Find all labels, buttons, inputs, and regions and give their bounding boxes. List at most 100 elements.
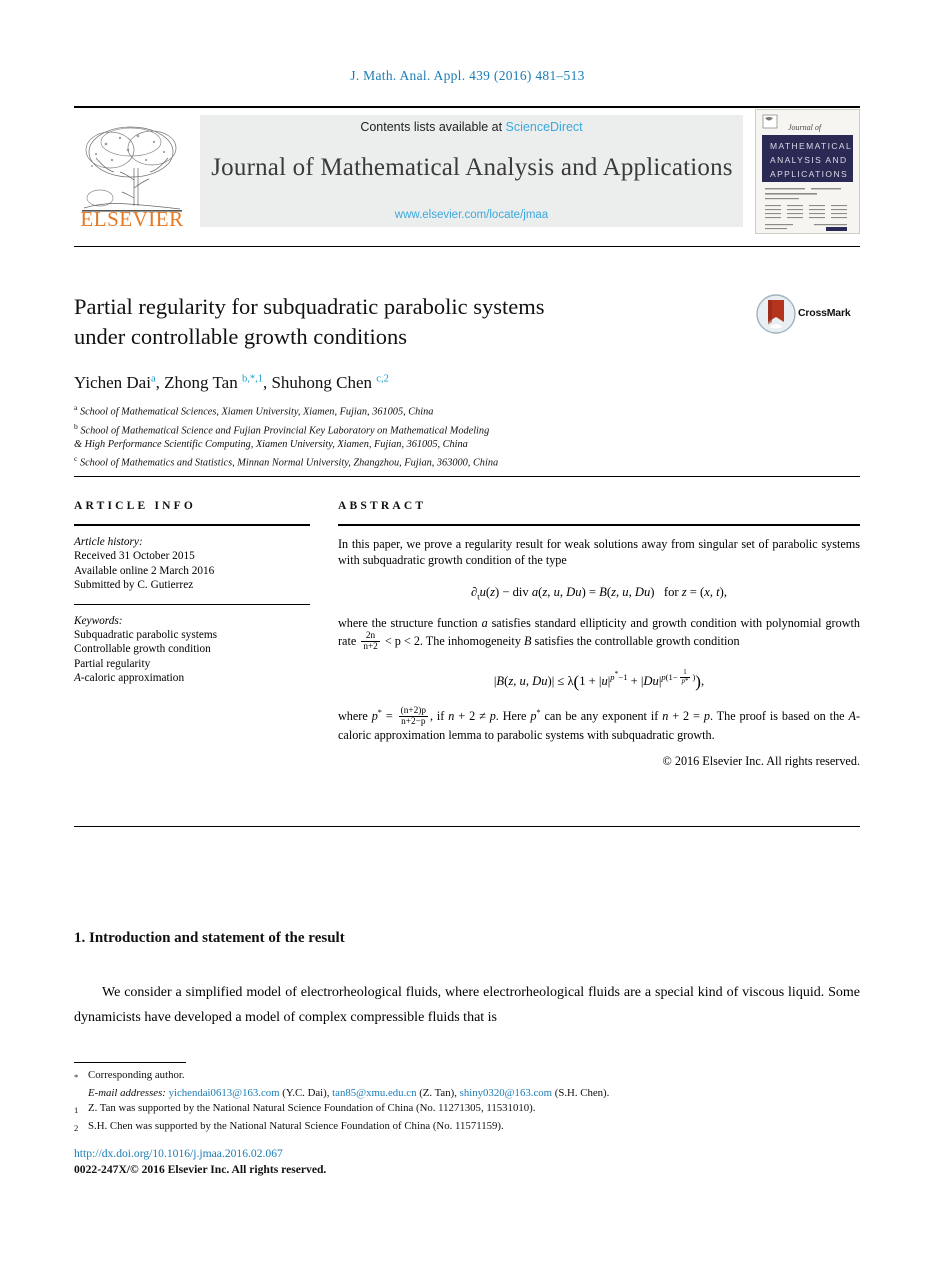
footnote-item: 1 Z. Tan was supported by the National Na… xyxy=(74,1101,860,1119)
keyword-item: A-caloric approximation xyxy=(74,672,185,685)
affiliation-text: School of Mathematical Sciences, Xiamen … xyxy=(79,406,434,418)
affiliation-text: & High Performance Scientific Computing,… xyxy=(74,439,468,451)
svg-text:ANALYSIS AND: ANALYSIS AND xyxy=(770,155,848,165)
footnote-text: Z. Tan was supported by the National Nat… xyxy=(88,1102,536,1115)
affiliation-list: a School of Mathematical Sciences, Xiame… xyxy=(74,401,860,471)
svg-text:Journal of: Journal of xyxy=(788,123,823,132)
contents-prefix: Contents lists available at xyxy=(360,120,506,134)
journal-homepage-link[interactable]: www.elsevier.com/locate/jmaa xyxy=(200,209,743,221)
affiliation-item: b School of Mathematical Science and Fuj… xyxy=(74,420,860,439)
author-3-name: Shuhong Chen xyxy=(271,373,373,392)
footnote-rule xyxy=(74,1062,186,1063)
email-addresses-label: E-mail addresses: xyxy=(88,1086,166,1099)
footnote-mark: 1 xyxy=(74,1105,79,1116)
email-owner-3: (S.H. Chen) xyxy=(554,1086,607,1099)
journal-title: Journal of Mathematical Analysis and App… xyxy=(211,154,733,181)
abs3-fraction: (n+2)p n+2−p xyxy=(398,706,428,727)
page-title: Partial regularity for subquadratic para… xyxy=(74,292,694,352)
abs3-frac-num: (n+2)p xyxy=(400,706,426,717)
author-1-marks[interactable]: a xyxy=(151,373,156,384)
author-1-name: Yichen Dai xyxy=(74,373,151,392)
keyword-item: Subquadratic parabolic systems xyxy=(74,629,218,642)
history-item: Available online 2 March 2016 xyxy=(74,564,215,577)
contents-available-line: Contents lists available at ScienceDirec… xyxy=(200,120,743,134)
abs2-frac-num: 2n xyxy=(365,631,376,642)
article-info-rule xyxy=(74,524,310,526)
title-line-1: Partial regularity for subquadratic para… xyxy=(74,294,545,319)
affiliation-text: School of Mathematics and Statistics, Mi… xyxy=(79,457,499,469)
abs2-seg-a: where the structure function xyxy=(338,615,482,630)
history-item: Submitted by C. Gutierrez xyxy=(74,579,194,592)
affiliation-item: & High Performance Scientific Computing,… xyxy=(74,438,860,452)
affiliation-mark: c xyxy=(74,454,78,464)
affiliation-item: c School of Mathematics and Statistics, … xyxy=(74,452,860,471)
author-2-name: Zhong Tan xyxy=(164,373,238,392)
abstract-paragraph-1: In this paper, we prove a regularity res… xyxy=(338,537,860,568)
body-paragraph-1: We consider a simplified model of electr… xyxy=(74,985,860,1025)
footnote-mark: * xyxy=(74,1072,79,1082)
doi-link[interactable]: http://dx.doi.org/10.1016/j.jmaa.2016.02… xyxy=(74,1146,326,1162)
elsevier-wordmark: ELSEVIER xyxy=(80,207,184,231)
article-history-label: Article history: xyxy=(74,536,143,548)
author-list: Yichen Daia, Zhong Tan b,*,1, Shuhong Ch… xyxy=(74,373,389,392)
keywords-block: Keywords: Subquadratic parabolic systems… xyxy=(74,614,310,686)
crossmark-badge[interactable]: CrossMark xyxy=(756,294,856,336)
footnote-text: Corresponding author. xyxy=(88,1069,185,1081)
email-link-1[interactable]: yichendai0613@163.com xyxy=(169,1087,280,1099)
author-3-marks[interactable]: c,2 xyxy=(376,373,389,384)
issn-copyright-line: 0022-247X/© 2016 Elsevier Inc. All right… xyxy=(74,1162,327,1176)
paper-page: J. Math. Anal. Appl. 439 (2016) 481–513 xyxy=(0,0,935,1266)
footnote-corresponding: * Corresponding author. xyxy=(74,1068,860,1086)
abs3-cal-a: A xyxy=(848,709,856,724)
affiliation-text: School of Mathematical Science and Fujia… xyxy=(80,425,490,437)
abs3-frac-den: n+2−p xyxy=(398,716,428,727)
crossmark-label: CrossMark xyxy=(798,307,851,319)
footnote-mark-spacer xyxy=(74,1086,88,1088)
keywords-label: Keywords: xyxy=(74,614,123,627)
footer-block: http://dx.doi.org/10.1016/j.jmaa.2016.02… xyxy=(74,1146,326,1177)
crossmark-icon xyxy=(756,294,796,334)
article-info-separator xyxy=(74,603,310,605)
footnote-text: S.H. Chen was supported by the National … xyxy=(88,1119,504,1132)
affiliation-item: a School of Mathematical Sciences, Xiame… xyxy=(74,401,860,420)
running-head: J. Math. Anal. Appl. 439 (2016) 481–513 xyxy=(350,68,585,83)
abstract-copyright: © 2016 Elsevier Inc. All rights reserved… xyxy=(662,753,860,768)
email-owner-1: (Y.C. Dai) xyxy=(282,1086,327,1099)
abstract-equation-2: |B(z, u, Du)| ≤ λ(1 + |u|p*−1 + |Du|p(1−… xyxy=(493,669,705,692)
abstract-rule xyxy=(338,524,860,526)
footnote-list: * Corresponding author. E-mail addresses:… xyxy=(74,1068,860,1136)
abs2-seg-d: satisfies the controllable growth condit… xyxy=(531,634,740,649)
abstract-paragraph-2: where the structure function a satisfies… xyxy=(338,615,860,652)
abstract-equation-1: ∂tu(z) − div a(z, u, Du) = B(z, u, Du) f… xyxy=(471,585,727,602)
footnote-mark: 2 xyxy=(74,1122,79,1133)
journal-cover-thumbnail[interactable]: Journal of MATHEMATICAL ANALYSIS AND APP… xyxy=(755,109,860,234)
affiliation-mark: b xyxy=(74,421,78,431)
title-line-2: under controllable growth conditions xyxy=(74,324,408,349)
keyword-item: Controllable growth condition xyxy=(74,643,211,656)
svg-text:APPLICATIONS: APPLICATIONS xyxy=(770,169,848,179)
elsevier-logo: ELSEVIER xyxy=(76,120,188,232)
footnote-item: 2 S.H. Chen was supported by the National… xyxy=(74,1119,860,1137)
rule-below-masthead xyxy=(74,246,860,247)
abstract-paragraph-3: where p* = (n+2)p n+2−p, if n + 2 ≠ p. He… xyxy=(338,706,860,743)
author-2-marks[interactable]: b,*,1 xyxy=(242,373,263,384)
history-item: Received 31 October 2015 xyxy=(74,550,195,563)
abs2-seg-c: < p < 2. The inhomogeneity xyxy=(381,634,524,649)
article-info-heading: ARTICLE INFO xyxy=(74,500,197,512)
email-link-3[interactable]: shiny0320@163.com xyxy=(460,1087,552,1099)
journal-masthead: ELSEVIER Contents lists available at Sci… xyxy=(74,106,860,234)
article-info-column: ARTICLE INFO Article history: Received 3… xyxy=(74,500,310,686)
keyword-item: Partial regularity xyxy=(74,657,151,670)
email-link-2[interactable]: tan85@xmu.edu.cn xyxy=(332,1087,416,1099)
article-history-block: Article history: Received 31 October 201… xyxy=(74,535,310,593)
journal-cover-image: Journal of MATHEMATICAL ANALYSIS AND APP… xyxy=(756,110,859,233)
email-owner-2: (Z. Tan) xyxy=(419,1086,455,1099)
abs2-frac-den: n+2 xyxy=(361,641,380,653)
abstract-column: ABSTRACT In this paper, we prove a regul… xyxy=(338,500,860,769)
footnote-emails: E-mail addresses: yichendai0613@163.com … xyxy=(74,1086,860,1102)
section-heading-introduction: 1. Introduction and statement of the res… xyxy=(74,930,345,946)
affiliation-mark: a xyxy=(74,403,78,412)
svg-text:MATHEMATICAL: MATHEMATICAL xyxy=(770,141,852,151)
sciencedirect-link[interactable]: ScienceDirect xyxy=(506,120,583,134)
abstract-heading: ABSTRACT xyxy=(338,500,427,512)
